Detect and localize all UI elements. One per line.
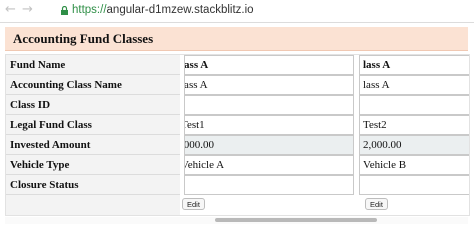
row-label: Invested Amount [6, 135, 180, 155]
horizontal-scrollbar[interactable] [5, 217, 468, 224]
cell-legal-fund-class-1[interactable]: Test1 [184, 115, 354, 135]
edit-button-1[interactable]: Edit [182, 198, 205, 210]
cell-legal-fund-class-2[interactable]: Test2 [359, 115, 469, 135]
cell-fund-name-1[interactable]: lass A [184, 55, 354, 75]
cell-invested-amount-1[interactable]: ,000.00 [184, 135, 354, 155]
url-scheme: https:// [72, 4, 107, 16]
cell-vehicle-type-2[interactable]: Vehicle B [359, 155, 469, 175]
cell-closure-status-2[interactable] [359, 175, 469, 195]
lock-icon [61, 6, 68, 15]
cell-class-id-2[interactable] [359, 95, 469, 115]
row-label: Accounting Class Name [6, 75, 180, 95]
url-field[interactable]: https://angular-d1mzew.stackblitz.io [72, 4, 254, 16]
cell-value: lass A [363, 79, 390, 91]
row-label: Fund Name [6, 55, 180, 75]
browser-address-bar: ← → https://angular-d1mzew.stackblitz.io [0, 0, 474, 23]
scrollbar-thumb[interactable] [215, 218, 377, 222]
cell-accounting-class-2[interactable]: lass A [359, 75, 469, 95]
edit-button-2[interactable]: Edit [365, 198, 388, 210]
row-label: Legal Fund Class [6, 115, 180, 135]
cell-value: 2,000.00 [363, 139, 402, 151]
row-label: Class ID [6, 95, 180, 115]
row-label: Closure Status [6, 175, 180, 195]
cell-value: Test2 [363, 119, 387, 131]
table-row: Class ID [6, 95, 469, 115]
cell-value: lass A [363, 59, 391, 71]
cell-value: lass A [184, 59, 209, 71]
back-arrow-icon[interactable]: ← [5, 2, 16, 17]
table-row: Fund Name lass A lass A [6, 55, 469, 75]
table-row: Invested Amount ,000.00 2,000.00 [6, 135, 469, 155]
cell-closure-status-1[interactable] [184, 175, 354, 195]
cell-value: lass A [184, 79, 208, 91]
cell-value: Vehicle A [184, 159, 225, 171]
table-row: Closure Status [6, 175, 469, 195]
table-row: Legal Fund Class Test1 Test2 [6, 115, 469, 135]
panel-header: Accounting Fund Classes [5, 27, 468, 51]
panel-title: Accounting Fund Classes [13, 31, 154, 46]
actions-row: Edit Edit [6, 195, 469, 215]
cell-fund-name-2[interactable]: lass A [359, 55, 469, 75]
url-host: angular-d1mzew.stackblitz.io [106, 4, 254, 16]
row-label: Vehicle Type [6, 155, 180, 175]
cell-class-id-1[interactable] [184, 95, 354, 115]
forward-arrow-icon[interactable]: → [22, 2, 33, 17]
cell-accounting-class-1[interactable]: lass A [184, 75, 354, 95]
table-row: Vehicle Type Vehicle A Vehicle B [6, 155, 469, 175]
cell-vehicle-type-1[interactable]: Vehicle A [184, 155, 354, 175]
cell-value: Vehicle B [363, 159, 407, 171]
fund-classes-grid: Fund Name lass A lass A Accounting Class… [5, 54, 470, 216]
table-row: Accounting Class Name lass A lass A [6, 75, 469, 95]
cell-invested-amount-2[interactable]: 2,000.00 [359, 135, 469, 155]
cell-value: ,000.00 [184, 139, 214, 151]
cell-value: Test1 [185, 119, 205, 131]
